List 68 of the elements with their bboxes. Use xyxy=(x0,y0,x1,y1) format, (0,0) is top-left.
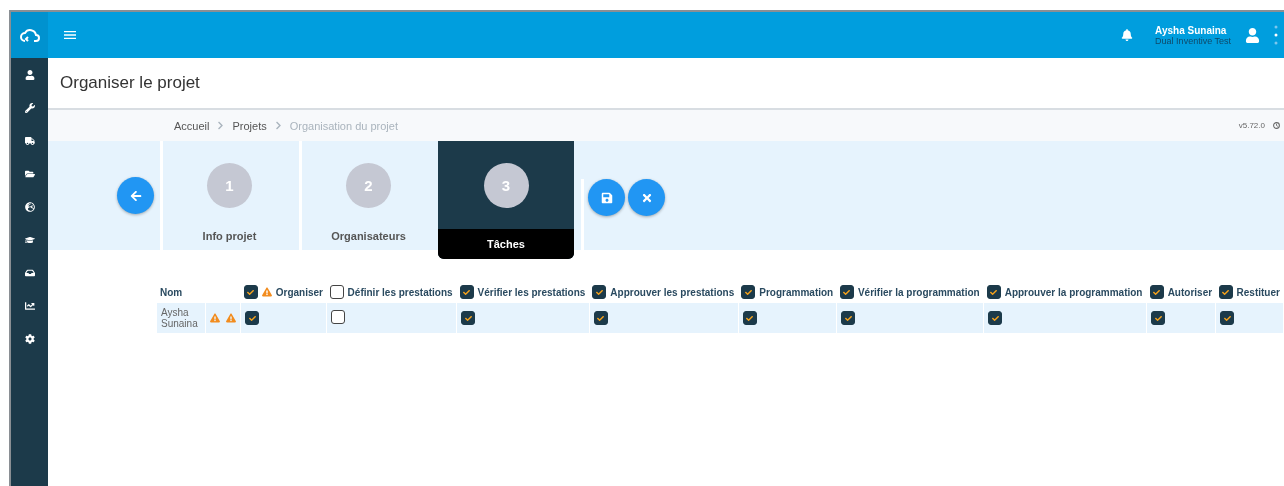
check-icon xyxy=(991,314,999,322)
chevron-icon xyxy=(216,121,226,130)
step-label: Info projet xyxy=(201,230,258,244)
checkbox[interactable] xyxy=(459,285,474,299)
checkbox[interactable] xyxy=(592,285,607,299)
step-number: 3 xyxy=(483,163,529,208)
close-icon xyxy=(640,191,653,204)
column-header: Organiser xyxy=(275,286,323,298)
checkbox[interactable] xyxy=(841,311,856,325)
checkbox[interactable] xyxy=(331,310,346,324)
user-name: Aysha Sunaina xyxy=(1155,24,1228,36)
step-label: Tâches xyxy=(438,229,574,259)
step-number: 1 xyxy=(207,163,252,208)
column-header: Approuver les prestations xyxy=(610,286,735,298)
checkbox[interactable] xyxy=(1220,311,1235,325)
check-icon xyxy=(1154,314,1162,322)
checkbox[interactable] xyxy=(741,285,756,299)
check-icon xyxy=(463,288,471,296)
version-label: v5.72.0 xyxy=(1238,121,1265,130)
checkbox[interactable] xyxy=(1151,311,1166,325)
check-icon xyxy=(844,314,852,322)
arrow-left-icon xyxy=(129,189,142,202)
user-company: Dual Inventive Test xyxy=(1155,35,1231,46)
column-header: Définir les prestations xyxy=(347,286,453,298)
table-cell: Aysha Sunaina xyxy=(157,303,206,333)
checkbox[interactable] xyxy=(329,285,344,299)
chevron-icon xyxy=(273,121,283,130)
column-header: Vérifier les prestations xyxy=(477,286,586,298)
checkbox[interactable] xyxy=(1218,285,1233,299)
breadcrumb-link[interactable]: Accueil xyxy=(174,119,210,132)
checkbox[interactable] xyxy=(986,285,1001,299)
check-icon xyxy=(248,314,256,322)
check-icon xyxy=(595,288,603,296)
page-title: Organiser le projet xyxy=(60,73,200,93)
checkbox[interactable] xyxy=(461,311,476,325)
step-number: 2 xyxy=(346,163,391,208)
column-header: Autoriser xyxy=(1167,286,1213,298)
column-header: Programmation xyxy=(759,286,834,298)
check-icon xyxy=(1222,288,1230,296)
more-icon[interactable] xyxy=(1274,24,1278,46)
column-header: Restituer xyxy=(1236,286,1280,298)
column-header: Vérifier la programmation xyxy=(857,286,980,298)
step-label: Organisateurs xyxy=(330,230,407,244)
checkbox[interactable] xyxy=(988,311,1003,325)
bell-icon[interactable] xyxy=(1121,29,1134,41)
checkbox[interactable] xyxy=(742,311,757,325)
check-icon xyxy=(597,314,605,322)
check-icon xyxy=(1153,288,1161,296)
check-icon xyxy=(247,288,255,296)
back-button[interactable] xyxy=(117,177,154,214)
checkbox[interactable] xyxy=(1149,285,1164,299)
clock-icon xyxy=(1273,122,1280,129)
check-icon xyxy=(990,288,998,296)
checkbox[interactable] xyxy=(839,285,854,299)
check-icon xyxy=(1223,314,1231,322)
save-button[interactable] xyxy=(588,179,625,216)
check-icon xyxy=(843,288,851,296)
check-icon xyxy=(464,314,472,322)
step-tab[interactable]: 3 Tâches xyxy=(438,141,574,259)
check-icon xyxy=(746,314,754,322)
breadcrumb-link[interactable]: Projets xyxy=(232,119,267,132)
checkbox[interactable] xyxy=(245,311,260,325)
check-icon xyxy=(744,288,752,296)
column-header: Nom xyxy=(157,281,206,303)
close-button[interactable] xyxy=(628,179,665,216)
column-header: Approuver la programmation xyxy=(1004,286,1143,298)
checkbox[interactable] xyxy=(593,311,608,325)
checkbox[interactable] xyxy=(243,285,258,299)
